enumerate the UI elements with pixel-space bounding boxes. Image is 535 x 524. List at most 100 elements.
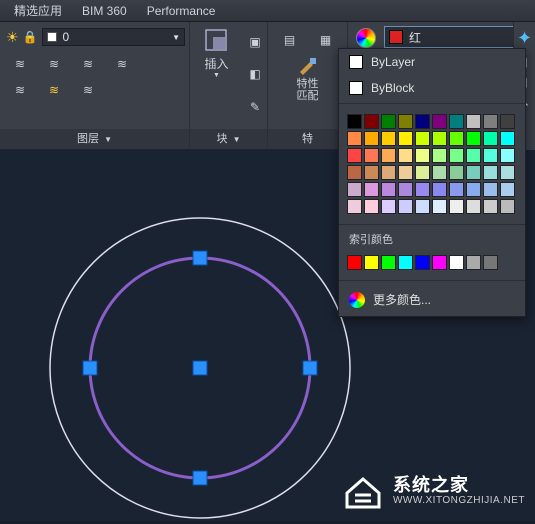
tab-performance[interactable]: Performance <box>137 2 226 20</box>
index-swatch[interactable] <box>398 255 413 270</box>
block-tool-1[interactable]: ▣ <box>239 30 271 54</box>
color-swatch[interactable] <box>381 131 396 146</box>
block-tool-2[interactable]: ◧ <box>239 62 271 86</box>
color-swatch[interactable] <box>449 182 464 197</box>
color-swatch[interactable] <box>398 114 413 129</box>
index-swatch[interactable] <box>432 255 447 270</box>
insert-button[interactable]: 插入 ▼ <box>194 26 239 80</box>
color-swatch[interactable] <box>415 148 430 163</box>
color-swatch[interactable] <box>364 182 379 197</box>
index-swatch[interactable] <box>483 255 498 270</box>
color-swatch[interactable] <box>398 131 413 146</box>
color-swatch[interactable] <box>432 182 447 197</box>
color-swatch[interactable] <box>398 165 413 180</box>
color-swatch[interactable] <box>347 165 362 180</box>
color-swatch[interactable] <box>449 148 464 163</box>
color-swatch[interactable] <box>415 199 430 214</box>
prop-tool-1[interactable]: ▤ <box>274 28 306 52</box>
grip-west[interactable] <box>83 361 97 375</box>
color-swatch[interactable] <box>364 114 379 129</box>
layer-combo[interactable]: 0 ▼ <box>42 28 185 46</box>
block-tool-3[interactable]: ✎ <box>239 95 271 119</box>
color-swatch[interactable] <box>381 148 396 163</box>
color-swatch[interactable] <box>432 131 447 146</box>
color-swatch[interactable] <box>500 182 515 197</box>
color-swatch[interactable] <box>432 114 447 129</box>
layer-tool-5[interactable]: ≋ <box>4 78 36 102</box>
color-swatch[interactable] <box>466 199 481 214</box>
color-swatch[interactable] <box>466 148 481 163</box>
tab-bim360[interactable]: BIM 360 <box>72 2 137 20</box>
color-swatch[interactable] <box>364 131 379 146</box>
index-swatch[interactable] <box>347 255 362 270</box>
color-swatch[interactable] <box>381 165 396 180</box>
star-icon[interactable]: ✦ <box>517 28 532 49</box>
panel-props-title[interactable]: 特 <box>268 129 347 149</box>
grip-north[interactable] <box>193 251 207 265</box>
color-swatch[interactable] <box>466 131 481 146</box>
color-swatch[interactable] <box>381 199 396 214</box>
more-colors[interactable]: 更多颜色... <box>339 283 525 316</box>
color-swatch[interactable] <box>466 182 481 197</box>
colorwheel-icon[interactable] <box>356 28 376 48</box>
color-combo[interactable]: 红 ▼ <box>384 26 528 48</box>
color-swatch[interactable] <box>483 148 498 163</box>
grip-east[interactable] <box>303 361 317 375</box>
color-swatch[interactable] <box>364 165 379 180</box>
color-byblock[interactable]: ByBlock <box>339 75 525 101</box>
color-swatch[interactable] <box>364 199 379 214</box>
color-swatch[interactable] <box>415 182 430 197</box>
color-swatch[interactable] <box>415 165 430 180</box>
tab-featured[interactable]: 精选应用 <box>4 0 72 21</box>
match-properties-button[interactable]: 特性 匹配 <box>281 54 335 102</box>
layer-tool-2[interactable]: ≋ <box>38 52 70 76</box>
color-swatch[interactable] <box>347 148 362 163</box>
panel-blocks-title[interactable]: 块 ▼ <box>190 129 267 149</box>
color-swatch[interactable] <box>347 131 362 146</box>
color-swatch[interactable] <box>415 114 430 129</box>
layer-tool-6[interactable]: ≋ <box>38 78 70 102</box>
color-swatch[interactable] <box>500 199 515 214</box>
color-swatch[interactable] <box>347 182 362 197</box>
prop-tool-2[interactable]: ▦ <box>310 28 342 52</box>
color-swatch[interactable] <box>500 131 515 146</box>
index-swatch[interactable] <box>466 255 481 270</box>
color-swatch[interactable] <box>398 148 413 163</box>
index-swatch[interactable] <box>449 255 464 270</box>
index-swatch[interactable] <box>364 255 379 270</box>
color-swatch[interactable] <box>398 199 413 214</box>
layer-tool-1[interactable]: ≋ <box>4 52 36 76</box>
layer-tool-3[interactable]: ≋ <box>72 52 104 76</box>
color-swatch[interactable] <box>449 131 464 146</box>
color-swatch[interactable] <box>364 148 379 163</box>
color-swatch[interactable] <box>483 199 498 214</box>
color-swatch[interactable] <box>432 148 447 163</box>
color-swatch[interactable] <box>500 114 515 129</box>
layer-tool-7[interactable]: ≋ <box>72 78 104 102</box>
color-swatch[interactable] <box>500 148 515 163</box>
color-swatch[interactable] <box>483 182 498 197</box>
color-swatch[interactable] <box>415 131 430 146</box>
panel-layers-title[interactable]: 图层 ▼ <box>0 129 189 149</box>
color-swatch[interactable] <box>449 199 464 214</box>
color-swatch[interactable] <box>347 199 362 214</box>
color-swatch[interactable] <box>483 114 498 129</box>
color-swatch[interactable] <box>449 114 464 129</box>
grip-center[interactable] <box>193 361 207 375</box>
color-swatch[interactable] <box>500 165 515 180</box>
index-swatch[interactable] <box>381 255 396 270</box>
color-bylayer[interactable]: ByLayer <box>339 49 525 75</box>
color-swatch[interactable] <box>347 114 362 129</box>
color-swatch[interactable] <box>381 114 396 129</box>
layer-tool-4[interactable]: ≋ <box>106 52 138 76</box>
index-swatch[interactable] <box>415 255 430 270</box>
color-swatch[interactable] <box>466 114 481 129</box>
color-swatch[interactable] <box>466 165 481 180</box>
color-swatch[interactable] <box>483 165 498 180</box>
color-swatch[interactable] <box>483 131 498 146</box>
color-swatch[interactable] <box>449 165 464 180</box>
color-swatch[interactable] <box>432 165 447 180</box>
color-swatch[interactable] <box>398 182 413 197</box>
color-swatch[interactable] <box>432 199 447 214</box>
grip-south[interactable] <box>193 471 207 485</box>
